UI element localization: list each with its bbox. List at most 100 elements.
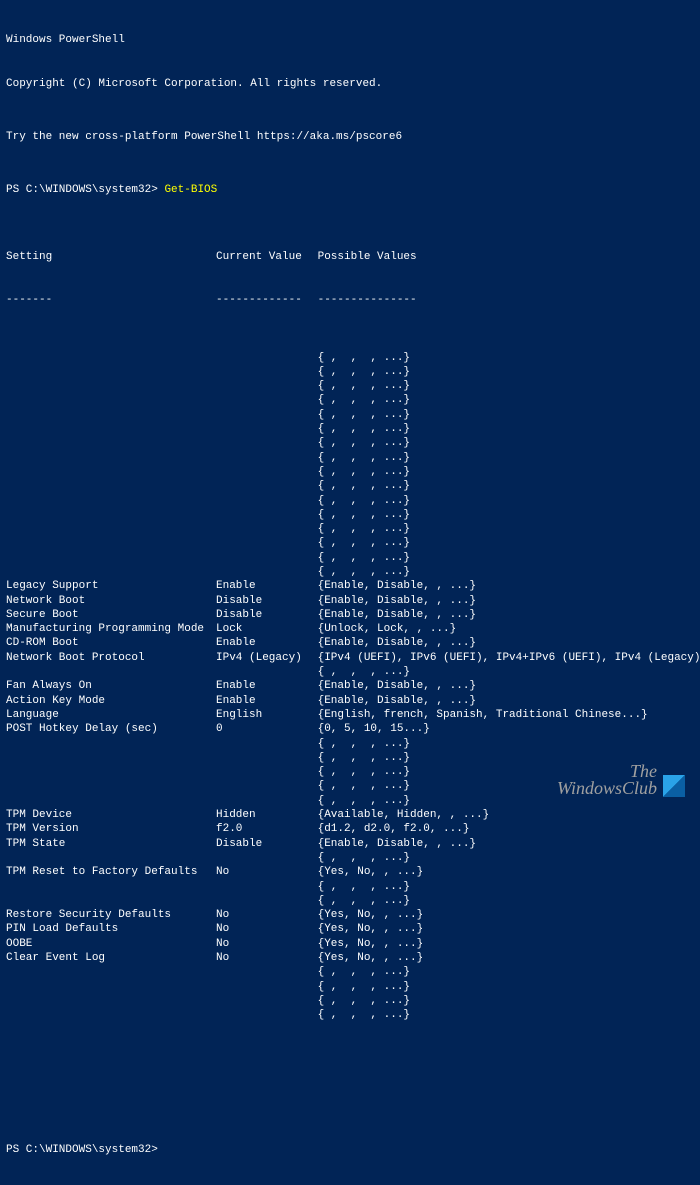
cell-current: Hidden — [216, 808, 311, 822]
copyright-line: Copyright (C) Microsoft Corporation. All… — [6, 77, 694, 91]
table-row: Fan Always OnEnable {Enable, Disable, , … — [6, 679, 694, 693]
cell-setting: Fan Always On — [6, 679, 216, 693]
watermark-text: The WindowsClub — [557, 763, 657, 797]
prompt-line-2[interactable]: PS C:\WINDOWS\system32> — [6, 1143, 694, 1157]
cell-possible: { , , , ...} — [318, 737, 410, 751]
cell-possible: {Enable, Disable, , ...} — [318, 579, 476, 593]
cell-current: Enable — [216, 679, 311, 693]
cell-possible: { , , , ...} — [318, 551, 410, 565]
watermark-line2: WindowsClub — [557, 780, 657, 797]
dashes-setting: ------- — [6, 293, 216, 307]
table-row: { , , , ...} — [6, 880, 694, 894]
table-header: SettingCurrent Value Possible Values — [6, 250, 694, 264]
cell-possible: { , , , ...} — [318, 751, 410, 765]
table-row: { , , , ...} — [6, 565, 694, 579]
table-row: Restore Security DefaultsNo {Yes, No, , … — [6, 908, 694, 922]
table-row: PIN Load DefaultsNo {Yes, No, , ...} — [6, 922, 694, 936]
table-row: { , , , ...} — [6, 665, 694, 679]
cell-current: Enable — [216, 694, 311, 708]
cell-possible: { , , , ...} — [318, 665, 410, 679]
cell-possible: {Enable, Disable, , ...} — [318, 837, 476, 851]
cell-setting: Clear Event Log — [6, 951, 216, 965]
table-row: Network BootDisable {Enable, Disable, , … — [6, 594, 694, 608]
table-row: { , , , ...} — [6, 365, 694, 379]
table-row: { , , , ...} — [6, 851, 694, 865]
cell-possible: { , , , ...} — [318, 508, 410, 522]
cell-possible: {Enable, Disable, , ...} — [318, 694, 476, 708]
cell-possible: {Yes, No, , ...} — [318, 908, 424, 922]
entered-command: Get-BIOS — [164, 184, 217, 196]
table-row: Action Key ModeEnable {Enable, Disable, … — [6, 694, 694, 708]
table-row: TPM StateDisable {Enable, Disable, , ...… — [6, 837, 694, 851]
cell-setting: OOBE — [6, 937, 216, 951]
cell-current: Lock — [216, 622, 311, 636]
cell-possible: { , , , ...} — [318, 436, 410, 450]
cell-setting: TPM Device — [6, 808, 216, 822]
try-new-line: Try the new cross-platform PowerShell ht… — [6, 130, 694, 144]
table-row: TPM Versionf2.0 {d1.2, d2.0, f2.0, ...} — [6, 822, 694, 836]
cell-possible: { , , , ...} — [318, 880, 410, 894]
cell-possible: {Enable, Disable, , ...} — [318, 608, 476, 622]
powershell-terminal[interactable]: Windows PowerShell Copyright (C) Microso… — [0, 0, 700, 1185]
cell-setting: TPM Reset to Factory Defaults — [6, 865, 216, 879]
table-row: Manufacturing Programming ModeLock {Unlo… — [6, 622, 694, 636]
cell-possible: {English, french, Spanish, Traditional C… — [318, 708, 648, 722]
app-title: Windows PowerShell — [6, 33, 694, 47]
table-row: Clear Event LogNo {Yes, No, , ...} — [6, 951, 694, 965]
table-row: { , , , ...} — [6, 737, 694, 751]
cell-setting: Action Key Mode — [6, 694, 216, 708]
table-row: { , , , ...} — [6, 536, 694, 550]
watermark: The WindowsClub — [557, 763, 685, 797]
cell-setting: Language — [6, 708, 216, 722]
cell-possible: { , , , ...} — [318, 851, 410, 865]
prompt-path: PS C:\WINDOWS\system32> — [6, 184, 164, 196]
table-row: { , , , ...} — [6, 894, 694, 908]
table-row: { , , , ...} — [6, 1008, 694, 1022]
table-row: { , , , ...} — [6, 980, 694, 994]
cell-current: No — [216, 865, 311, 879]
table-row: { , , , ...} — [6, 494, 694, 508]
header-possible: Possible Values — [318, 250, 417, 264]
prompt-path-2: PS C:\WINDOWS\system32> — [6, 1144, 164, 1156]
cell-possible: {Enable, Disable, , ...} — [318, 679, 476, 693]
table-row: TPM DeviceHidden {Available, Hidden, , .… — [6, 808, 694, 822]
table-row: Network Boot ProtocolIPv4 (Legacy) {IPv4… — [6, 651, 694, 665]
cell-current: Enable — [216, 579, 311, 593]
cell-setting: TPM State — [6, 837, 216, 851]
table-row: { , , , ...} — [6, 351, 694, 365]
cell-possible: { , , , ...} — [318, 379, 410, 393]
cell-possible: {Yes, No, , ...} — [318, 951, 424, 965]
table-row: { , , , ...} — [6, 393, 694, 407]
table-row: { , , , ...} — [6, 436, 694, 450]
cell-possible: { , , , ...} — [318, 465, 410, 479]
cell-setting: Network Boot — [6, 594, 216, 608]
table-row: { , , , ...} — [6, 408, 694, 422]
cell-current: f2.0 — [216, 822, 311, 836]
cell-possible: { , , , ...} — [318, 565, 410, 579]
cell-possible: { , , , ...} — [318, 779, 410, 793]
cell-possible: { , , , ...} — [318, 393, 410, 407]
table-row: { , , , ...} — [6, 994, 694, 1008]
table-row: { , , , ...} — [6, 379, 694, 393]
brand-icon — [663, 775, 685, 797]
cell-possible: {IPv4 (UEFI), IPv6 (UEFI), IPv4+IPv6 (UE… — [318, 651, 700, 665]
header-current: Current Value — [216, 250, 311, 264]
cell-possible: { , , , ...} — [318, 794, 410, 808]
cell-current: No — [216, 951, 311, 965]
cell-possible: {0, 5, 10, 15...} — [318, 722, 430, 736]
table-row: Secure BootDisable {Enable, Disable, , .… — [6, 608, 694, 622]
dashes-current: ------------- — [216, 293, 311, 307]
table-row: { , , , ...} — [6, 965, 694, 979]
table-row: { , , , ...} — [6, 522, 694, 536]
cell-setting: PIN Load Defaults — [6, 922, 216, 936]
table-row: LanguageEnglish {English, french, Spanis… — [6, 708, 694, 722]
cell-possible: {Yes, No, , ...} — [318, 922, 424, 936]
cell-possible: {Enable, Disable, , ...} — [318, 594, 476, 608]
dashes-possible: --------------- — [318, 293, 417, 307]
table-row: { , , , ...} — [6, 451, 694, 465]
header-setting: Setting — [6, 250, 216, 264]
cell-possible: {Available, Hidden, , ...} — [318, 808, 490, 822]
cell-possible: { , , , ...} — [318, 994, 410, 1008]
cell-possible: {Unlock, Lock, , ...} — [318, 622, 457, 636]
cell-possible: { , , , ...} — [318, 965, 410, 979]
